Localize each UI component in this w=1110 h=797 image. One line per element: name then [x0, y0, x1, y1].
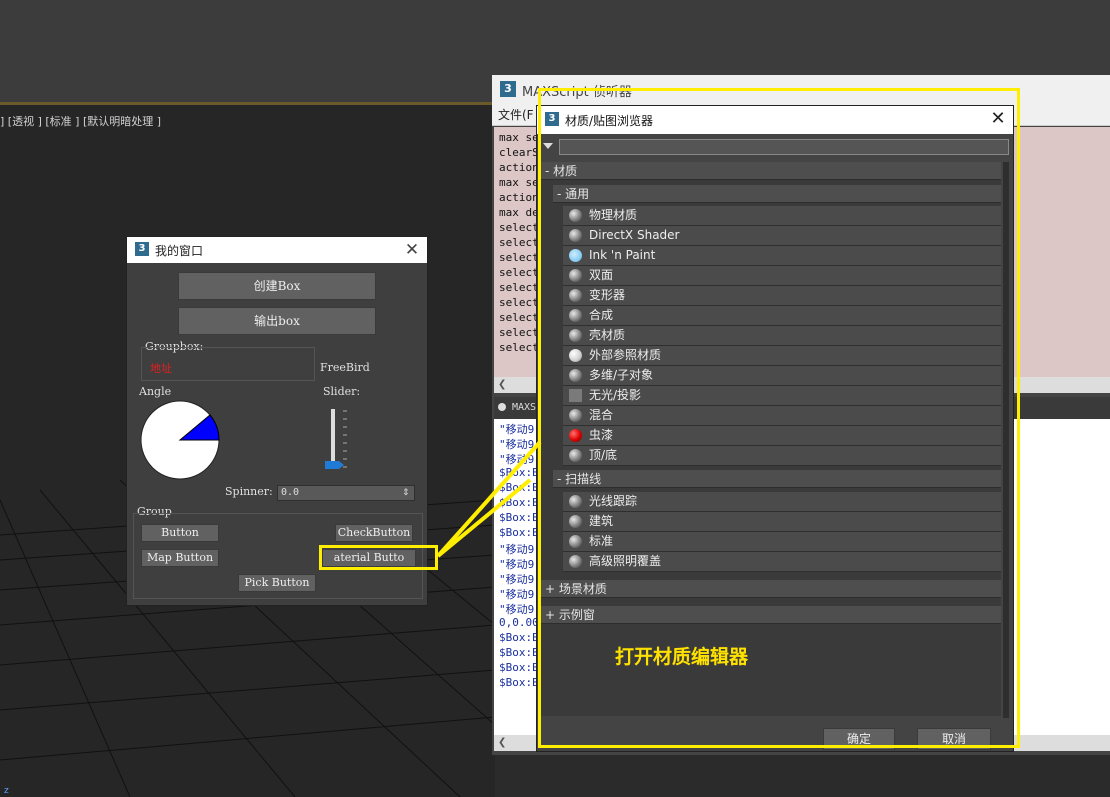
- highlight-box-material-button: [319, 545, 438, 570]
- arrow-line: [436, 478, 532, 558]
- highlight-box-browser: [538, 88, 1020, 748]
- annotation-text: 打开材质编辑器: [615, 646, 749, 668]
- arrow-line-2: [436, 440, 542, 558]
